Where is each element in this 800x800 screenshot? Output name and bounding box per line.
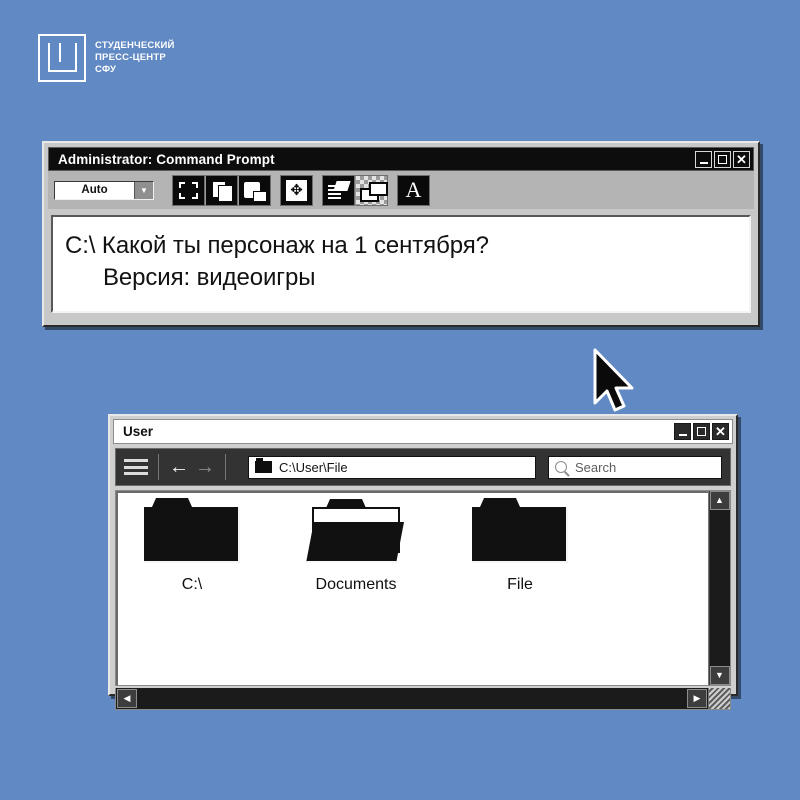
mark-button[interactable] <box>172 174 205 206</box>
explorer-content-body: C:\ Documents File ▲ ▼ <box>115 490 731 686</box>
resize-grip[interactable] <box>708 688 730 709</box>
file-label: File <box>507 576 533 593</box>
logo-line-3: СФУ <box>95 64 117 76</box>
font-size-combobox[interactable]: Auto ▼ <box>54 180 154 200</box>
explorer-toolbar: ← → C:\User\File Search <box>115 448 731 486</box>
logo-line-1: СТУДЕНЧЕСКИЙ <box>95 39 175 51</box>
close-icon: ✕ <box>736 151 747 167</box>
minimize-button[interactable] <box>695 150 712 168</box>
folder-closed-icon <box>472 507 568 563</box>
maximize-icon <box>697 427 706 436</box>
explorer-title: User <box>123 424 154 439</box>
horizontal-scrollbar[interactable]: ◀ ▶ <box>116 688 708 709</box>
list-item[interactable]: Documents <box>296 499 416 594</box>
toolbar-divider <box>158 454 159 480</box>
file-list-area[interactable]: C:\ Documents File <box>116 491 708 685</box>
forward-arrow-icon[interactable]: → <box>195 457 215 477</box>
edit-button-group <box>172 174 271 206</box>
back-arrow-icon[interactable]: ← <box>169 457 189 477</box>
font-size-value: Auto <box>55 181 134 199</box>
minimize-icon <box>678 434 687 436</box>
console-output-area[interactable]: C:\ Какой ты персонаж на 1 сентября? Вер… <box>51 215 751 313</box>
folder-closed-icon <box>144 507 240 563</box>
chevron-down-icon[interactable]: ▼ <box>134 181 153 199</box>
list-item[interactable]: C:\ <box>132 507 252 594</box>
vertical-scroll-track[interactable] <box>709 510 730 666</box>
command-prompt-window[interactable]: Administrator: Command Prompt ✕ Auto ▼ ✥… <box>42 141 760 327</box>
close-button[interactable]: ✕ <box>733 150 750 168</box>
find-properties-group <box>322 174 388 206</box>
search-input[interactable]: Search <box>548 455 722 479</box>
logo-mark-icon <box>38 34 86 82</box>
command-prompt-window-controls: ✕ <box>695 150 750 168</box>
list-item[interactable]: File <box>460 507 580 594</box>
explorer-window-controls: ✕ <box>674 423 729 440</box>
font-button[interactable]: A <box>397 174 430 206</box>
address-bar[interactable]: C:\User\File <box>248 455 536 479</box>
explorer-title-bar[interactable]: User ✕ <box>113 419 733 444</box>
paste-button[interactable] <box>238 174 271 206</box>
horizontal-scroll-track[interactable] <box>137 689 687 708</box>
logo-line-2: ПРЕСС-ЦЕНТР <box>95 51 166 63</box>
find-button[interactable] <box>322 174 355 206</box>
horizontal-scrollbar-row: ◀ ▶ <box>115 688 731 710</box>
command-prompt-title: Administrator: Command Prompt <box>58 151 275 167</box>
command-prompt-title-bar[interactable]: Administrator: Command Prompt ✕ <box>48 147 754 171</box>
search-icon <box>555 461 567 473</box>
properties-icon <box>359 181 388 202</box>
file-explorer-window[interactable]: User ✕ ← → C:\User\File Search C:\ Docum… <box>108 414 738 710</box>
paste-icon <box>244 181 267 202</box>
explorer-minimize-button[interactable] <box>674 423 691 440</box>
logo-text: СТУДЕНЧЕСКИЙ ПРЕСС-ЦЕНТР СФУ <box>95 40 175 76</box>
font-letter-icon: A <box>405 177 422 202</box>
scroll-button[interactable]: ✥ <box>280 174 313 206</box>
font-button-group: A <box>397 174 430 206</box>
close-icon: ✕ <box>715 424 726 439</box>
scroll-up-button[interactable]: ▲ <box>709 491 730 510</box>
scroll-right-button[interactable]: ▶ <box>687 689 707 708</box>
folder-open-icon <box>306 499 406 563</box>
vertical-scrollbar[interactable]: ▲ ▼ <box>708 491 730 685</box>
copy-icon <box>211 180 233 202</box>
hamburger-menu-icon[interactable] <box>124 457 148 477</box>
brand-logo: СТУДЕНЧЕСКИЙ ПРЕСС-ЦЕНТР СФУ <box>38 34 175 82</box>
scroll-button-group: ✥ <box>280 174 313 206</box>
mark-icon <box>179 181 198 199</box>
console-line-1: C:\ Какой ты персонаж на 1 сентября? <box>65 232 489 259</box>
console-line-2: Версия: видеоигры <box>103 264 316 292</box>
file-label: Documents <box>315 576 397 593</box>
maximize-icon <box>718 154 727 164</box>
folder-icon <box>255 458 272 473</box>
mouse-pointer-icon <box>593 348 634 412</box>
copy-button[interactable] <box>205 174 238 206</box>
command-prompt-toolbar: Auto ▼ ✥ A <box>48 171 754 209</box>
minimize-icon <box>699 161 708 164</box>
scroll-down-button[interactable]: ▼ <box>709 666 730 685</box>
find-icon <box>328 181 349 199</box>
address-value: C:\User\File <box>279 459 348 475</box>
search-placeholder: Search <box>575 459 617 475</box>
maximize-button[interactable] <box>714 150 731 168</box>
explorer-close-button[interactable]: ✕ <box>712 423 729 440</box>
explorer-maximize-button[interactable] <box>693 423 710 440</box>
toolbar-divider-2 <box>225 454 226 480</box>
properties-button[interactable] <box>355 174 388 206</box>
file-label: C:\ <box>181 576 203 593</box>
move-arrows-icon: ✥ <box>286 179 307 201</box>
scroll-left-button[interactable]: ◀ <box>117 689 137 708</box>
